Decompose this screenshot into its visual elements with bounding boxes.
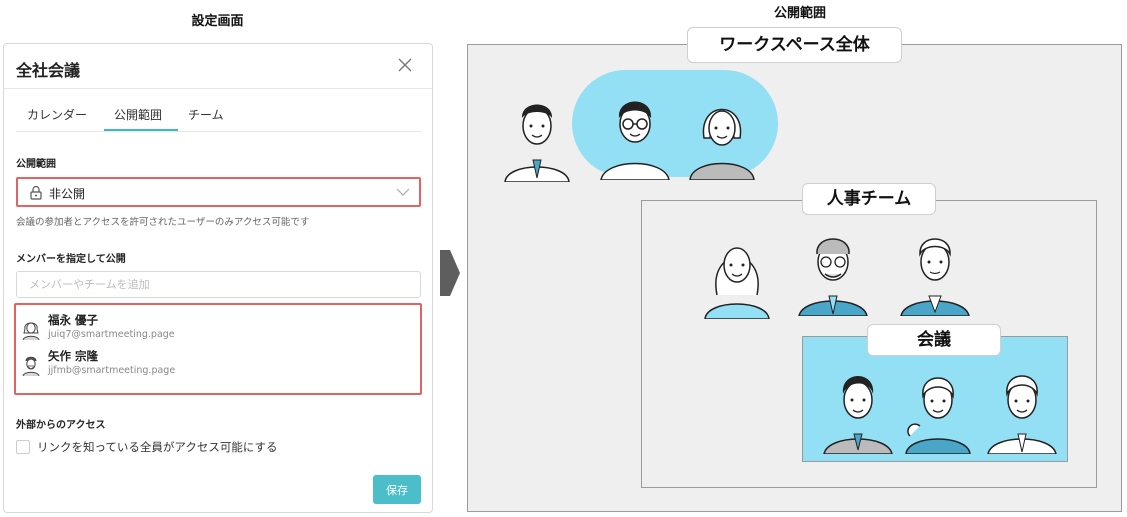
person-illustration [504, 104, 570, 182]
tab-calendar[interactable]: カレンダー [27, 106, 87, 123]
member-name: 矢作 宗隆 [48, 349, 99, 363]
member-name: 福永 優子 [48, 313, 99, 327]
person-illustration [905, 377, 971, 454]
tab-team[interactable]: チーム [188, 106, 224, 123]
visibility-section-label: 公開範囲 [16, 159, 56, 170]
lock-icon [30, 185, 42, 200]
hr-team-group-label: 人事チーム [802, 183, 936, 215]
meeting-group-label: 会議 [867, 324, 1001, 356]
visibility-help-text: 会議の参加者とアクセスを許可されたユーザーのみアクセス可能です [16, 217, 310, 228]
chevron-down-icon [396, 188, 410, 196]
public-link-checkbox[interactable] [16, 440, 30, 454]
settings-screen-caption: 設定画面 [191, 14, 244, 29]
dialog-title: 全社会議 [16, 61, 81, 80]
close-icon[interactable] [395, 55, 415, 75]
public-link-checkbox-label[interactable]: リンクを知っている全員がアクセス可能にする [37, 439, 277, 455]
tab-bar: カレンダー 公開範囲 チーム [16, 102, 421, 132]
members-section-label: メンバーを指定して公開 [16, 254, 126, 265]
visibility-scope-caption: 公開範囲 [773, 6, 826, 21]
person-illustration [689, 108, 755, 180]
external-access-label: 外部からのアクセス [16, 420, 106, 431]
visibility-select-value: 非公開 [49, 187, 86, 201]
avatar [22, 322, 40, 341]
member-email: jjfmb@smartmeeting.page [48, 365, 176, 376]
person-illustration [704, 247, 770, 319]
header-divider [4, 88, 432, 89]
active-tab-indicator [104, 129, 178, 131]
member-list: 福永 優子 juiq7@smartmeeting.page 矢作 宗隆 jjfm… [14, 303, 422, 395]
person-illustration [798, 238, 868, 316]
member-email: juiq7@smartmeeting.page [48, 329, 175, 340]
visibility-select[interactable]: 非公開 [16, 177, 421, 207]
arrow-right-icon [440, 250, 460, 296]
meeting-settings-dialog: 全社会議 カレンダー 公開範囲 チーム 公開範囲 非公開 会議の参加者とアクセス… [3, 43, 433, 513]
person-illustration [823, 376, 893, 454]
person-illustration [987, 375, 1057, 454]
member-search-input[interactable] [16, 271, 421, 298]
person-illustration [900, 238, 970, 316]
save-button[interactable]: 保存 [373, 475, 421, 504]
avatar [22, 356, 40, 377]
workspace-group-label: ワークスペース全体 [687, 27, 902, 63]
list-item[interactable]: 福永 優子 juiq7@smartmeeting.page [20, 311, 410, 347]
list-item[interactable]: 矢作 宗隆 jjfmb@smartmeeting.page [20, 347, 410, 383]
person-illustration [600, 101, 670, 180]
tab-visibility[interactable]: 公開範囲 [114, 106, 162, 123]
